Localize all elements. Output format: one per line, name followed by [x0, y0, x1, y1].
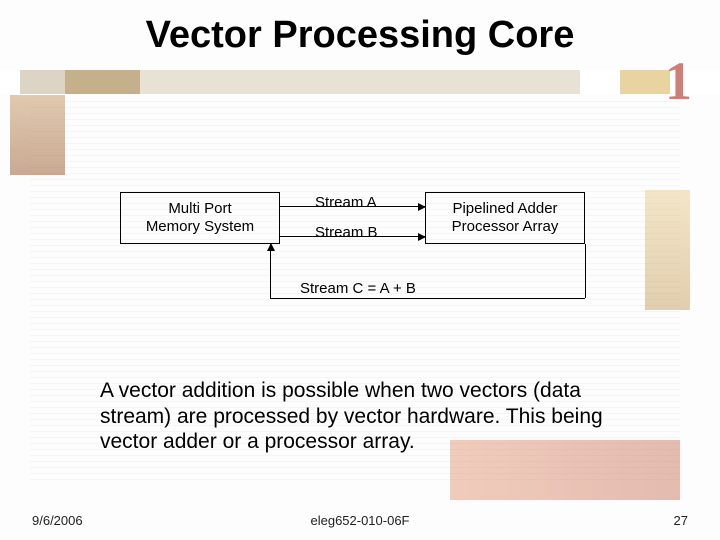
label-stream-b: Stream B — [315, 224, 378, 241]
box-adder-line2: Processor Array — [452, 218, 559, 236]
decor-stripe — [0, 70, 720, 94]
box-memory-line1: Multi Port — [168, 200, 231, 218]
box-memory-system: Multi Port Memory System — [120, 192, 280, 244]
body-text: A vector addition is possible when two v… — [100, 378, 640, 455]
label-stream-a: Stream A — [315, 194, 377, 211]
return-path-up-arrow — [270, 244, 271, 299]
page-title: Vector Processing Core — [0, 14, 720, 57]
label-stream-c: Stream C = A + B — [300, 280, 416, 297]
return-path-across — [270, 298, 585, 299]
footer-page-number: 27 — [674, 513, 688, 528]
diagram: Multi Port Memory System Stream A Stream… — [120, 192, 600, 302]
box-memory-line2: Memory System — [146, 218, 254, 236]
decor-patch-right — [645, 190, 690, 310]
decor-corner-digit: 1 — [665, 50, 692, 112]
footer-course: eleg652-010-06F — [0, 513, 720, 528]
box-adder-array: Pipelined Adder Processor Array — [425, 192, 585, 244]
decor-patch-left — [10, 95, 65, 175]
box-adder-line1: Pipelined Adder — [452, 200, 557, 218]
return-path-down — [585, 244, 586, 298]
slide: 1 Vector Processing Core Multi Port Memo… — [0, 0, 720, 540]
